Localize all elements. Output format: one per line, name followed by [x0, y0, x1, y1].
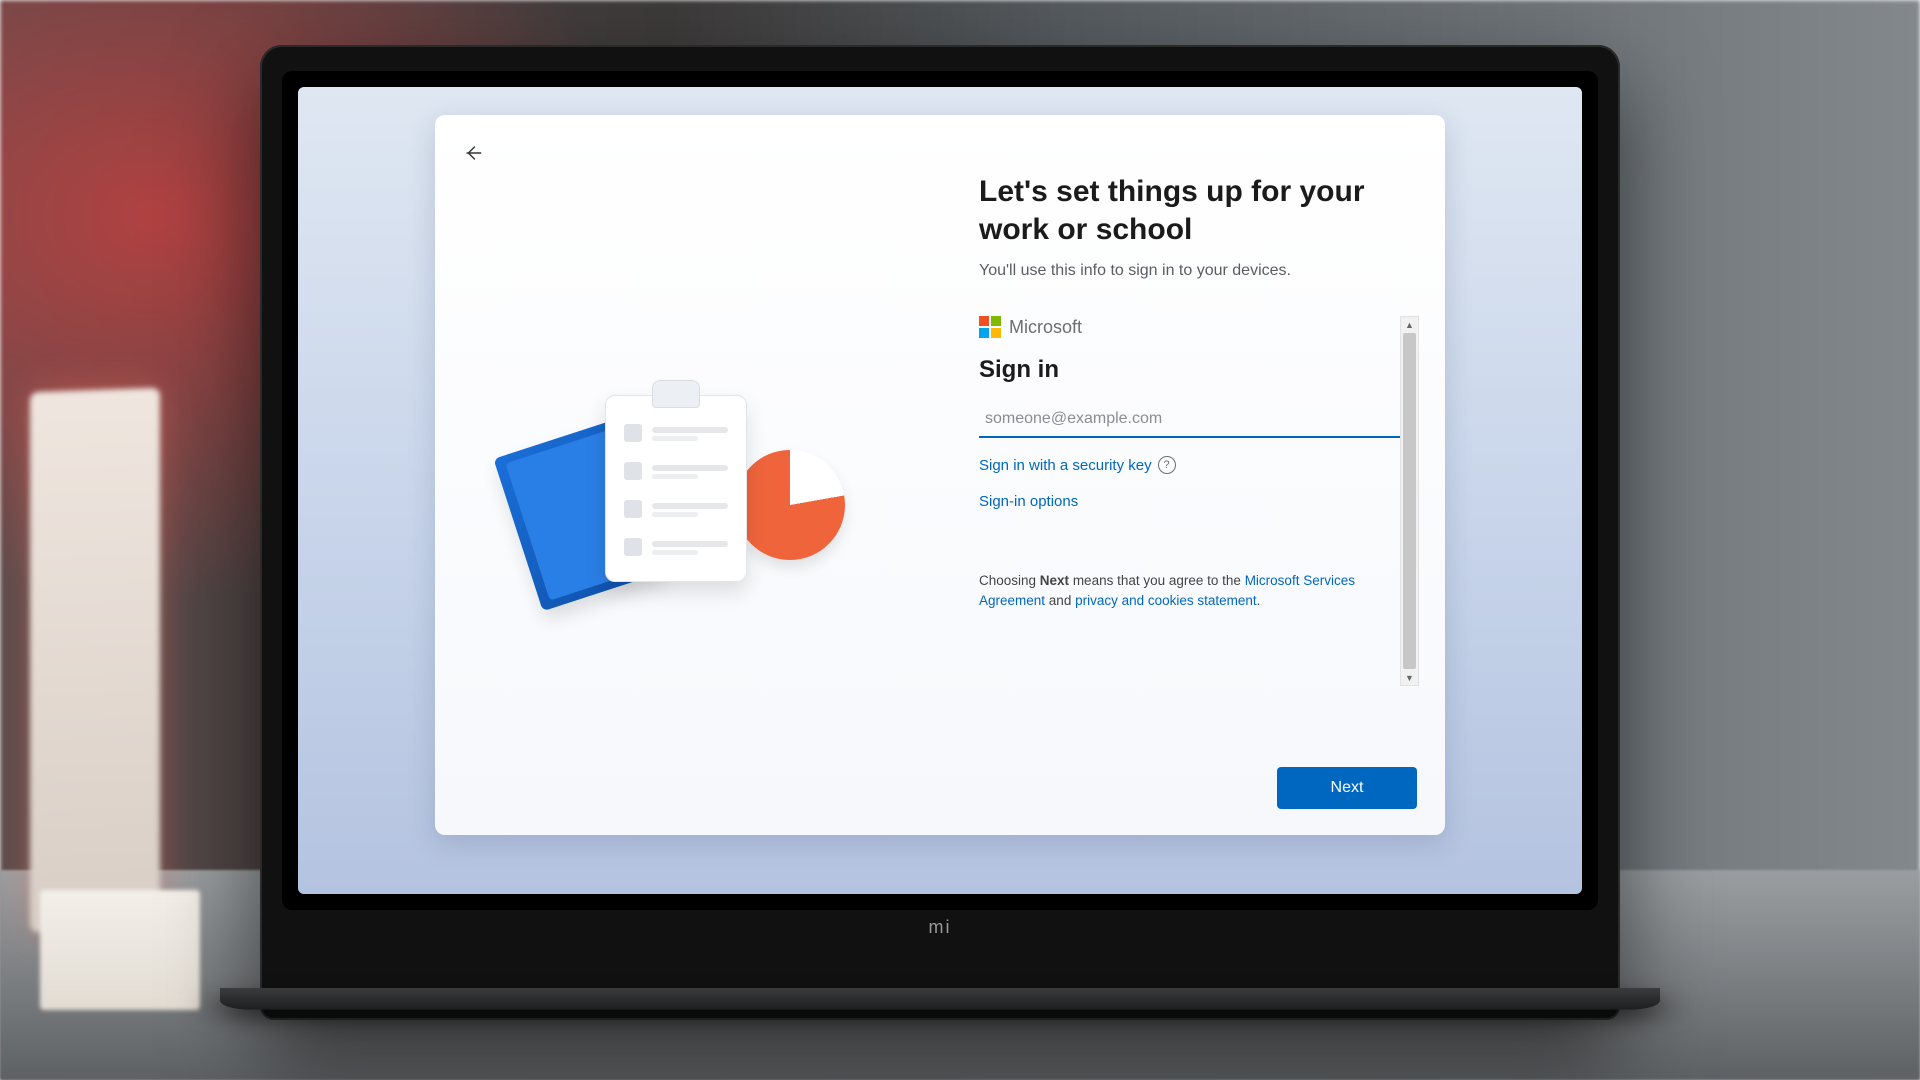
microsoft-brand-label: Microsoft	[1009, 317, 1082, 338]
laptop-base	[220, 988, 1660, 1010]
security-key-link[interactable]: Sign in with a security key ?	[979, 456, 1176, 474]
scroll-thumb[interactable]	[1403, 333, 1416, 669]
laptop-lid: mi	[260, 45, 1620, 1020]
page-subtitle: You'll use this info to sign in to your …	[979, 262, 1419, 280]
laptop-brand-label: mi	[929, 917, 952, 938]
page-title: Let's set things up for your work or sch…	[979, 173, 1419, 248]
signin-options-link[interactable]: Sign-in options	[979, 493, 1078, 510]
decor-box	[40, 890, 200, 1010]
oobe-card: Let's set things up for your work or sch…	[435, 115, 1445, 835]
scroll-down-button[interactable]: ▼	[1402, 670, 1417, 685]
signin-scroll-region: Microsoft Sign in Sign in with a securit…	[979, 316, 1419, 686]
privacy-statement-link[interactable]: privacy and cookies statement	[1075, 593, 1257, 608]
microsoft-brand: Microsoft	[979, 316, 1401, 338]
back-button[interactable]	[453, 133, 493, 173]
laptop: mi	[260, 45, 1620, 1020]
signin-pane: Let's set things up for your work or sch…	[979, 173, 1419, 811]
legal-text: Choosing Next means that you agree to th…	[979, 571, 1401, 612]
arrow-left-icon	[462, 142, 484, 164]
signin-scrollbar[interactable]: ▲ ▼	[1400, 316, 1419, 686]
lamp	[30, 388, 160, 933]
screen: Let's set things up for your work or sch…	[298, 87, 1582, 894]
security-key-link-label: Sign in with a security key	[979, 457, 1152, 474]
clipboard-icon	[605, 395, 747, 582]
help-icon[interactable]: ?	[1158, 456, 1176, 474]
email-field[interactable]	[979, 402, 1413, 438]
scroll-up-button[interactable]: ▲	[1402, 317, 1417, 332]
next-button[interactable]: Next	[1277, 767, 1417, 809]
signin-heading: Sign in	[979, 356, 1401, 384]
microsoft-logo-icon	[979, 316, 1001, 338]
pie-chart-icon	[735, 450, 845, 560]
illustration	[515, 395, 845, 625]
